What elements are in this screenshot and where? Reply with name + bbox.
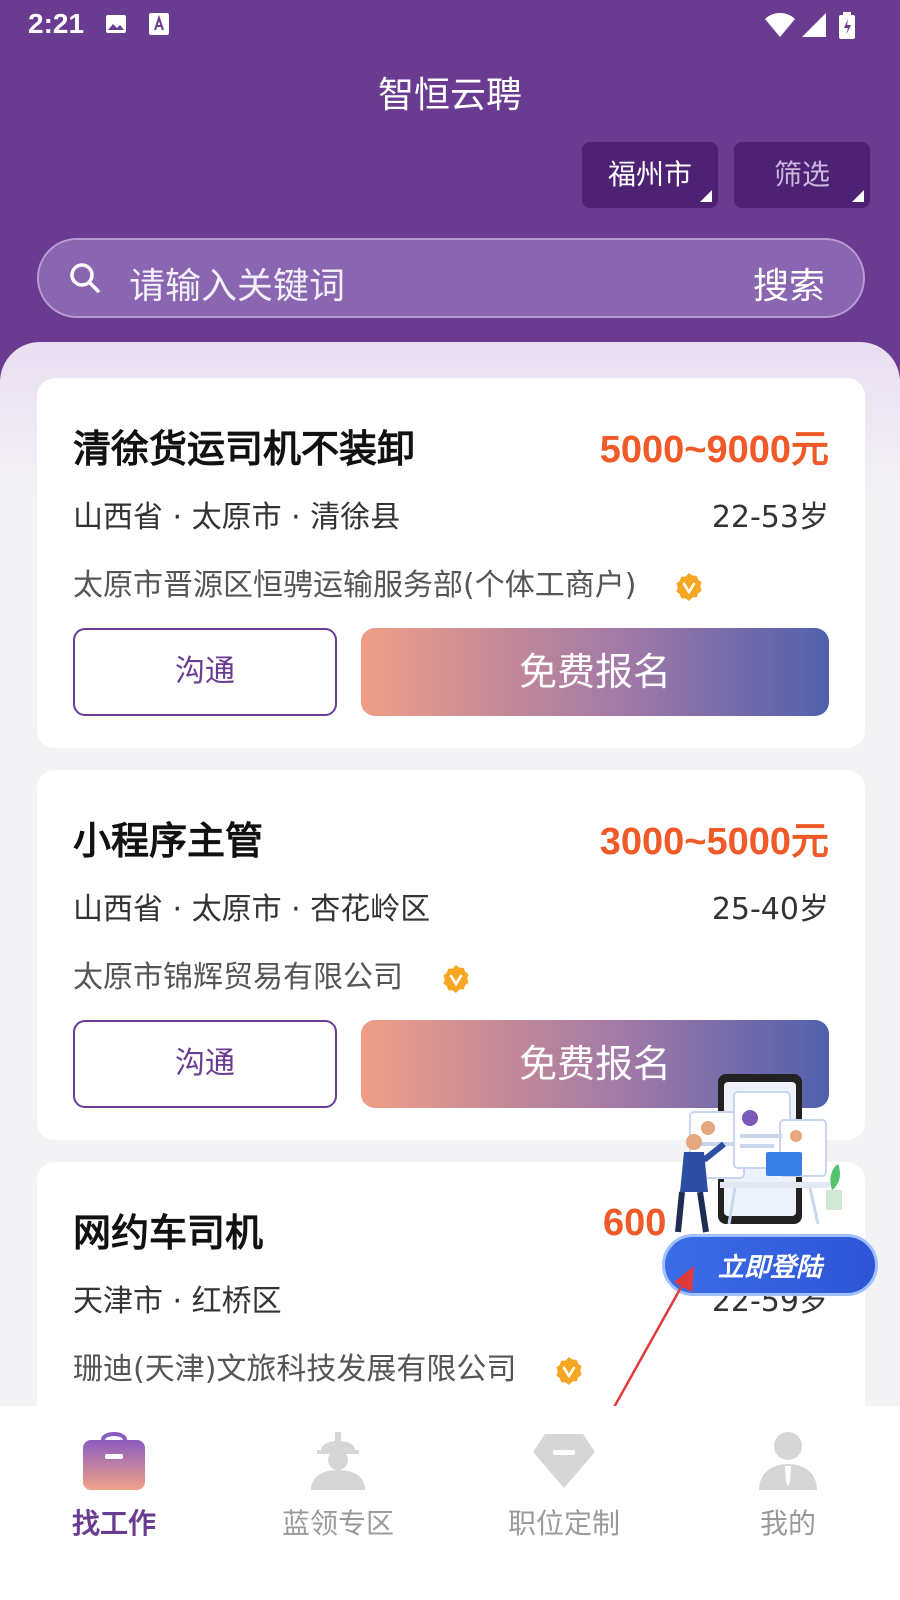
diamond-icon (533, 1434, 595, 1488)
tab-mine[interactable]: 我的 (708, 1426, 868, 1542)
tab-label: 找工作 (71, 1507, 156, 1540)
company-name: 珊迪(天津)文旅科技发展有限公司 (73, 1352, 517, 1387)
chat-button[interactable]: 沟通 (73, 628, 337, 716)
tab-label: 蓝领专区 (281, 1507, 394, 1540)
company-row: 珊迪(天津)文旅科技发展有限公司 (73, 1344, 584, 1388)
dropdown-corner-icon (700, 190, 712, 202)
job-title: 清徐货运司机不装卸 (73, 427, 416, 471)
gallery-icon (104, 12, 128, 40)
page-title: 智恒云聘 (377, 75, 522, 116)
worker-helmet-icon (311, 1432, 365, 1490)
job-salary: 5000~9000元 (599, 429, 829, 471)
tab-label: 我的 (759, 1507, 816, 1540)
job-age-range: 22-53岁 (711, 500, 829, 535)
search-bar[interactable]: 请输入关键词 搜索 (37, 238, 865, 318)
company-name: 太原市晋源区恒骋运输服务部(个体工商户) (73, 568, 637, 603)
filter-button[interactable]: 筛选 (734, 142, 870, 208)
tab-blue-collar[interactable]: 蓝领专区 (258, 1426, 418, 1542)
job-location: 天津市 · 红桥区 (73, 1284, 282, 1319)
job-title: 网约车司机 (73, 1211, 264, 1255)
job-location: 山西省 · 太原市 · 清徐县 (73, 500, 401, 535)
signal-icon (800, 12, 828, 42)
briefcase-icon (83, 1432, 145, 1490)
dropdown-corner-icon (852, 190, 864, 202)
city-selector-button[interactable]: 福州市 (582, 142, 718, 208)
user-icon (759, 1432, 817, 1490)
job-card[interactable]: 清徐货运司机不装卸 5000~9000元 山西省 · 太原市 · 清徐县 22-… (37, 378, 865, 748)
job-age-range: 25-40岁 (711, 892, 829, 927)
wifi-icon (764, 12, 796, 42)
company-row: 太原市锦辉贸易有限公司 (73, 952, 471, 996)
job-title: 小程序主管 (73, 819, 264, 863)
search-input[interactable]: 请输入关键词 (129, 257, 345, 309)
tab-job-custom[interactable]: 职位定制 (484, 1426, 644, 1542)
font-icon (148, 12, 170, 40)
search-icon (67, 260, 103, 300)
verified-badge-icon (676, 572, 702, 601)
status-bar: 2:21 (0, 0, 900, 50)
tab-label: 职位定制 (507, 1507, 620, 1540)
chat-button[interactable]: 沟通 (73, 1020, 337, 1108)
job-salary: 3000~5000元 (599, 821, 829, 863)
company-row: 太原市晋源区恒骋运输服务部(个体工商户) (73, 560, 704, 604)
verified-badge-icon (556, 1356, 582, 1385)
city-label: 福州市 (607, 158, 692, 191)
verified-badge-icon (442, 964, 469, 993)
search-button[interactable]: 搜索 (753, 257, 825, 309)
job-location: 山西省 · 太原市 · 杏花岭区 (73, 892, 431, 927)
company-name: 太原市锦辉贸易有限公司 (73, 960, 403, 995)
filter-label: 筛选 (773, 158, 830, 191)
pointer-arrow-icon (606, 1266, 694, 1419)
app-header: 2:21 智恒云聘 福州市 筛选 请输入关键词 搜索 (0, 0, 900, 380)
bottom-tab-bar: 找工作 蓝领专区 职位定制 我的 (0, 1406, 900, 1600)
tab-find-job[interactable]: 找工作 (34, 1426, 194, 1542)
job-salary: 600 (603, 1202, 667, 1244)
apply-button[interactable]: 免费报名 (361, 628, 829, 716)
status-time: 2:21 (28, 8, 85, 39)
battery-icon (838, 12, 856, 44)
